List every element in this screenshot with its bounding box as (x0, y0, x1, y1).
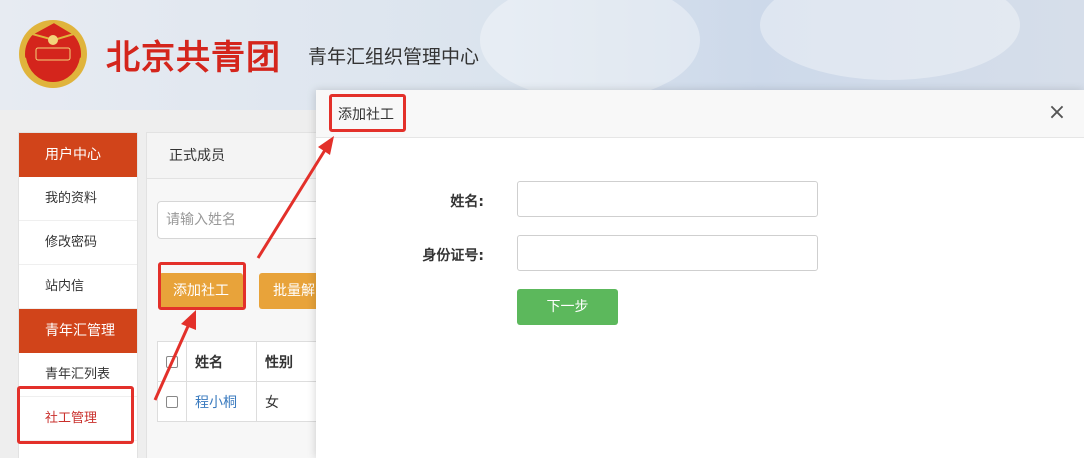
next-step-button[interactable]: 下一步 (517, 289, 618, 325)
column-header-name: 姓名 (186, 341, 257, 382)
sidebar-group-user-center[interactable]: 用户中心 (19, 133, 137, 177)
member-name-link[interactable]: 程小桐 (186, 381, 257, 422)
sidebar-group-youth-club[interactable]: 青年汇管理 (19, 309, 137, 353)
annotation-box-add-button (158, 262, 246, 310)
sidebar-item-inbox[interactable]: 站内信 (19, 265, 137, 309)
id-number-label: 身份证号: (422, 248, 484, 264)
select-all-cell (157, 341, 187, 382)
brand-logo-text: 北京共青团 (106, 38, 281, 78)
sidebar-item-change-password[interactable]: 修改密码 (19, 221, 137, 265)
page-subtitle: 青年汇组织管理中心 (308, 46, 480, 68)
youth-league-emblem-icon (19, 20, 87, 89)
row-select-cell (157, 381, 187, 422)
name-input[interactable] (517, 181, 818, 217)
close-icon[interactable]: × (1044, 100, 1070, 126)
id-number-input[interactable] (517, 235, 818, 271)
row-checkbox[interactable] (166, 395, 178, 408)
add-social-worker-dialog: 添加社工 × 姓名: 身份证号: 下一步 (316, 90, 1084, 458)
select-all-checkbox[interactable] (166, 355, 178, 368)
dialog-header: 添加社工 × (316, 90, 1084, 138)
annotation-box-dialog-title (329, 94, 406, 132)
annotation-box-sidebar-item (17, 386, 134, 444)
sidebar-item-my-profile[interactable]: 我的资料 (19, 177, 137, 221)
name-label: 姓名: (450, 194, 484, 210)
tab-formal-members[interactable]: 正式成员 (147, 133, 247, 179)
